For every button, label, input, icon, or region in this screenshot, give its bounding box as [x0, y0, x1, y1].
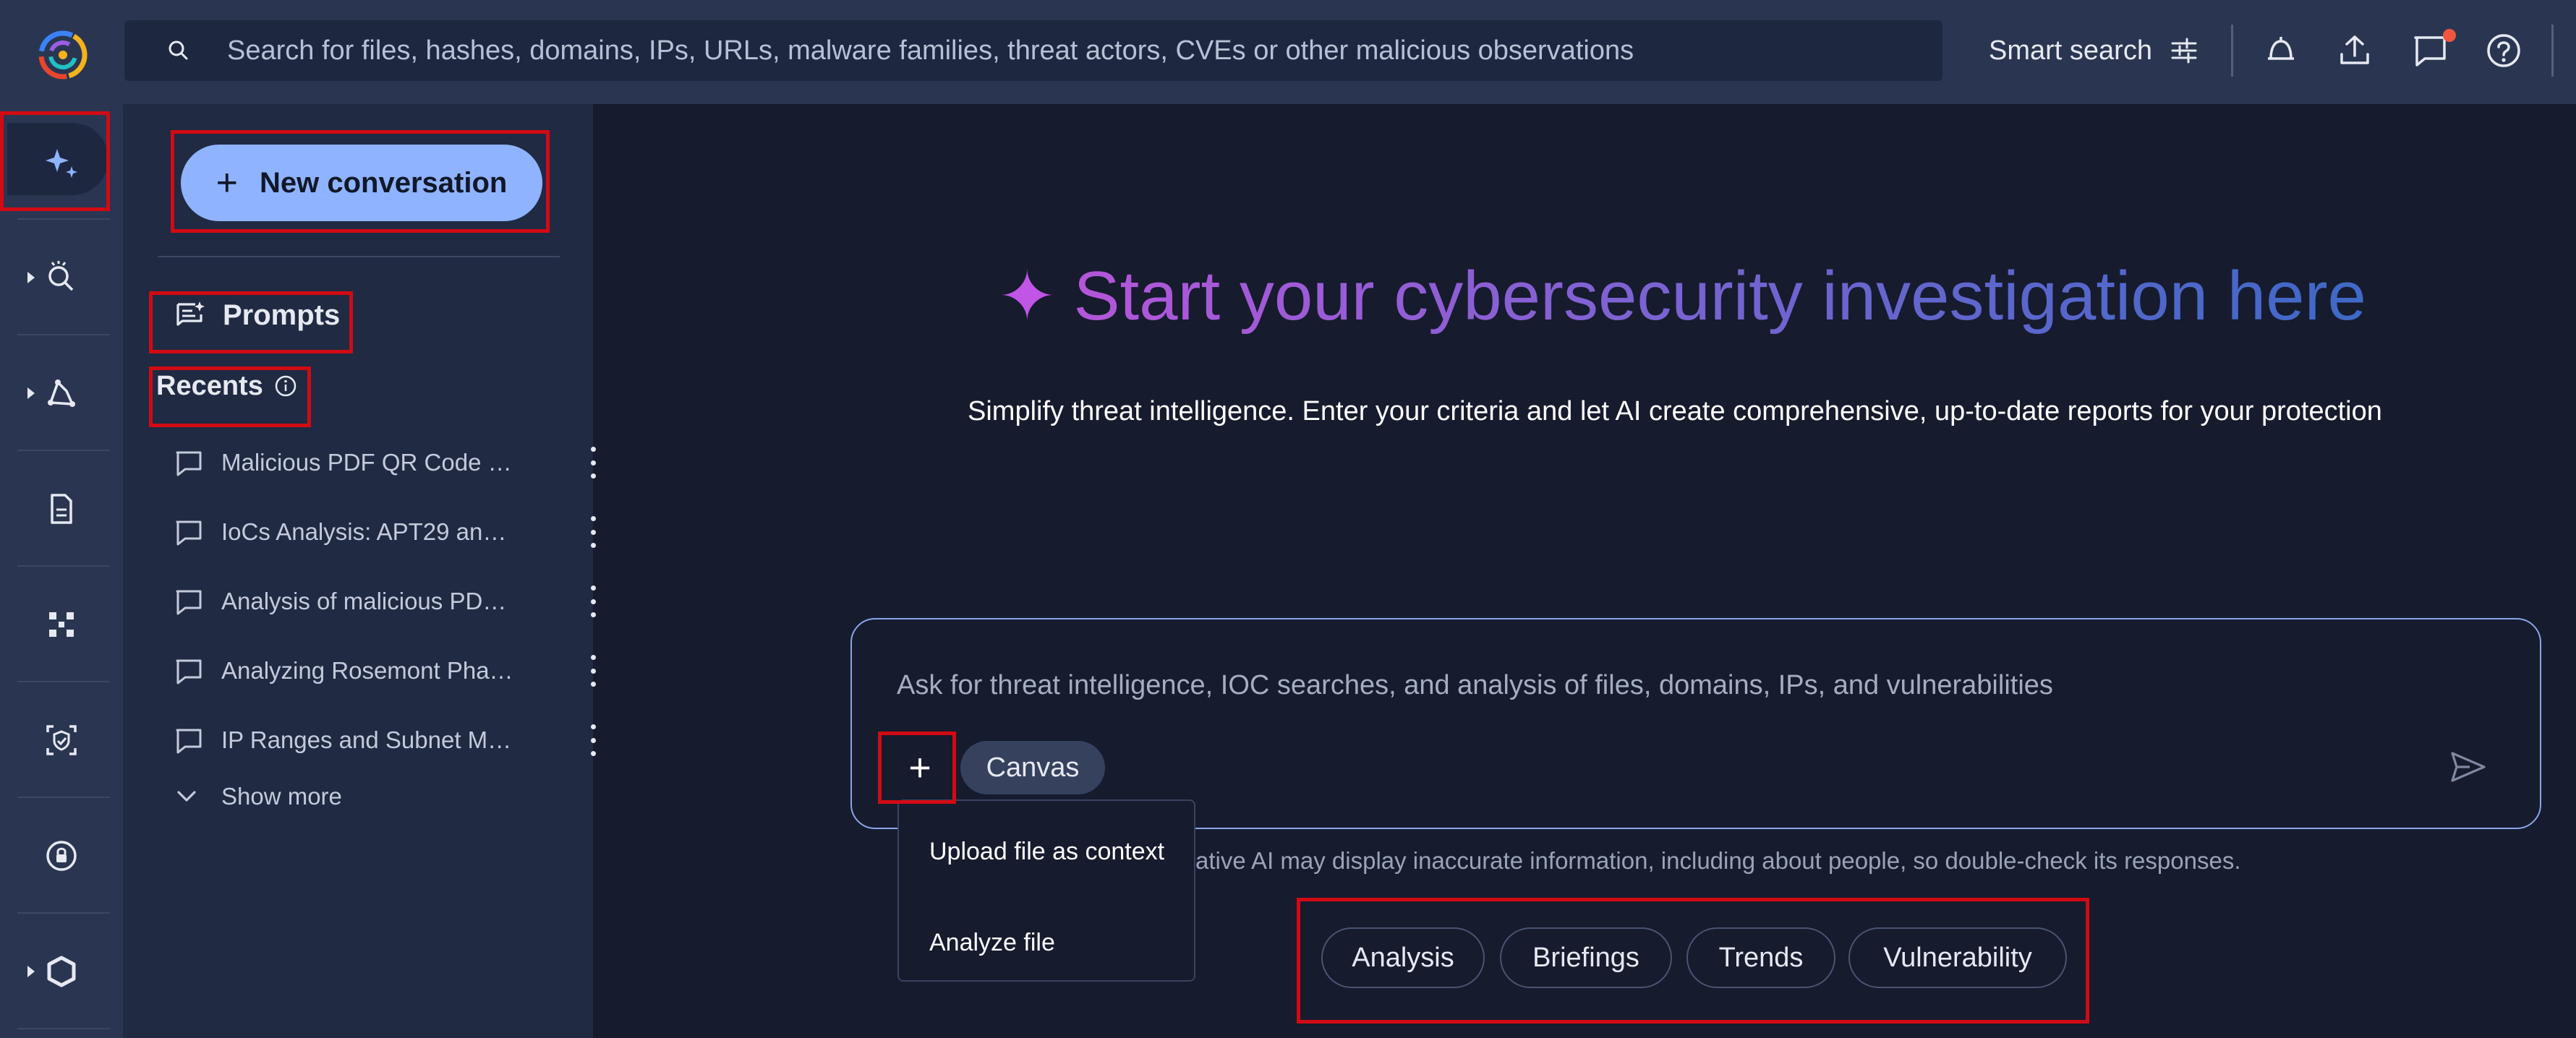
chat-bubble-icon [176, 590, 202, 615]
expand-caret-icon [27, 272, 35, 283]
recent-conversation-item[interactable]: Analyzing Rosemont Pharmacy [174, 649, 596, 692]
filters-icon [2171, 38, 2197, 64]
more-options-icon[interactable] [584, 516, 602, 548]
hero-heading: ✦ Start your cybersecurity investigation… [998, 246, 2366, 347]
chat-bubble-icon [176, 729, 202, 754]
graph-icon [48, 379, 75, 407]
recent-conversation-title: Analysis of malicious PDF files [221, 588, 518, 614]
recent-conversation-item[interactable]: Analysis of malicious PDF files [174, 580, 596, 623]
recent-conversation-title: IoCs Analysis: APT29 and Related [221, 518, 518, 545]
global-search-bar[interactable] [124, 20, 1942, 81]
help-icon[interactable] [2482, 29, 2525, 72]
shield-scan-icon [46, 725, 77, 755]
chat-bubble-icon [176, 520, 202, 546]
menu-item-analyze-file[interactable]: Analyze file [929, 921, 1055, 964]
app-logo-icon[interactable] [30, 20, 95, 85]
sparkle-icon: ✦ [998, 258, 1057, 335]
highlight-box [878, 732, 956, 804]
notification-dot [2443, 29, 2456, 42]
qr-scan-icon [49, 612, 74, 637]
search-icon [169, 40, 188, 60]
highlight-box [0, 111, 110, 211]
rail-item-threat-hunting[interactable] [0, 220, 123, 335]
rail-item-lock[interactable] [0, 798, 123, 914]
more-options-icon[interactable] [584, 655, 602, 687]
conversation-sidebar: + New conversation Prompts Recents Malic… [123, 104, 596, 1038]
more-options-icon[interactable] [584, 724, 602, 756]
chat-bubble-icon [176, 659, 202, 685]
smart-search-label: Smart search [1989, 35, 2152, 66]
chevron-down-icon [177, 791, 196, 802]
send-icon[interactable] [2448, 749, 2488, 785]
highlight-box [149, 366, 311, 427]
rail-item-qr-scan[interactable] [0, 567, 123, 682]
recent-conversation-item[interactable]: IP Ranges and Subnet Mapping [174, 719, 596, 762]
recent-conversation-item[interactable]: IoCs Analysis: APT29 and Related [174, 510, 596, 554]
chat-composer[interactable]: Ask for threat intelligence, IOC searche… [850, 618, 2541, 829]
highlight-box [1297, 898, 2089, 1024]
hero-subtitle: Simplify threat intelligence. Enter your… [968, 396, 2382, 426]
hexagon-icon [47, 956, 76, 987]
expand-caret-icon [27, 387, 35, 399]
more-options-icon[interactable] [584, 447, 602, 479]
menu-item-upload-file[interactable]: Upload file as context [929, 830, 1164, 873]
show-more-button[interactable]: Show more [174, 775, 342, 818]
rail-item-shield-scan[interactable] [0, 682, 123, 798]
hero-title: Start your cybersecurity investigation h… [1073, 257, 2366, 335]
composer-placeholder[interactable]: Ask for threat intelligence, IOC searche… [897, 670, 2053, 701]
topbar-divider [2551, 25, 2554, 77]
topbar-divider [2231, 25, 2233, 77]
sidebar-divider [158, 256, 560, 257]
bell-icon[interactable] [2259, 29, 2303, 72]
chat-bubble-icon [176, 451, 202, 476]
global-search-input[interactable] [227, 35, 1942, 67]
rail-item-reports[interactable] [0, 451, 123, 567]
canvas-toggle-chip[interactable]: Canvas [960, 741, 1105, 794]
upload-icon[interactable] [2333, 29, 2376, 72]
highlight-box [149, 291, 353, 353]
threat-hunting-icon [48, 261, 74, 291]
lock-icon [46, 841, 77, 871]
more-options-icon[interactable] [584, 586, 602, 617]
highlight-box [171, 130, 550, 233]
recent-conversation-title: Malicious PDF QR Code Phishing [221, 449, 518, 476]
recent-conversation-title: Analyzing Rosemont Pharmacy [221, 657, 518, 684]
rail-divider [17, 1028, 110, 1029]
nav-rail [0, 104, 123, 1038]
attachment-menu: Upload file as context Analyze file [897, 799, 1195, 982]
rail-item-graph[interactable] [0, 335, 123, 451]
top-bar: Smart search [0, 0, 2576, 104]
recent-conversation-item[interactable]: Malicious PDF QR Code Phishing [174, 441, 596, 484]
ai-disclaimer: ative AI may display inaccurate informat… [1195, 847, 2241, 874]
expand-caret-icon [27, 966, 35, 977]
show-more-label: Show more [221, 783, 342, 810]
recent-conversation-title: IP Ranges and Subnet Mapping [221, 726, 518, 753]
smart-search-button[interactable]: Smart search [1989, 29, 2200, 72]
document-icon [51, 494, 72, 524]
rail-item-hexagon[interactable] [0, 914, 123, 1029]
